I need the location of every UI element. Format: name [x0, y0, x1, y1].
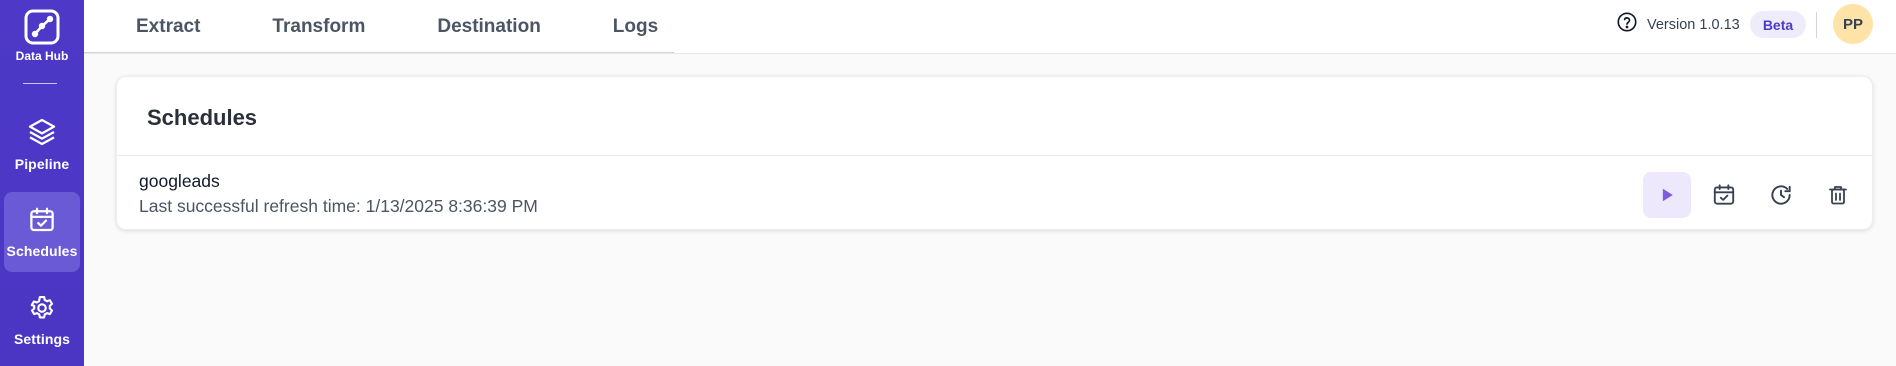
gear-icon: [30, 295, 54, 319]
run-button[interactable]: [1643, 172, 1691, 218]
schedule-button[interactable]: [1700, 172, 1748, 218]
header-divider: [1816, 12, 1817, 38]
help-icon[interactable]: [1616, 11, 1638, 33]
calendar-check-icon: [1713, 184, 1735, 205]
brand-label: Data Hub: [15, 49, 69, 63]
card-title: Schedules: [147, 105, 258, 130]
tab-transform[interactable]: Transform: [272, 0, 365, 54]
delete-button[interactable]: [1814, 172, 1862, 218]
beta-badge: Beta: [1750, 11, 1806, 38]
sidebar-item-pipeline[interactable]: Pipeline: [4, 104, 80, 184]
tab-logs[interactable]: Logs: [613, 0, 658, 54]
tab-list: Extract Transform Destination Logs: [84, 0, 658, 54]
tab-underline: [84, 52, 674, 53]
sidebar: Data Hub Pipeline Schedules Settings: [0, 0, 84, 366]
card-divider: [117, 155, 1872, 156]
sidebar-divider: [23, 83, 57, 84]
avatar[interactable]: PP: [1833, 4, 1873, 44]
sidebar-item-label: Settings: [13, 331, 71, 347]
sidebar-item-label: Schedules: [6, 243, 78, 259]
schedules-card: Schedules googleads Last successful refr…: [116, 76, 1873, 230]
tab-destination[interactable]: Destination: [437, 0, 540, 54]
layers-icon: [28, 118, 56, 146]
sidebar-item-schedules[interactable]: Schedules: [4, 192, 80, 272]
brand[interactable]: Data Hub: [0, 0, 84, 84]
calendar-check-icon: [30, 207, 54, 232]
sidebar-item-label: Pipeline: [14, 156, 70, 172]
trash-icon: [1829, 186, 1847, 205]
history-icon: [1771, 185, 1791, 205]
data-hub-logo-icon: [24, 9, 60, 45]
version-text: Version 1.0.13: [1647, 17, 1740, 33]
schedule-name: googleads: [139, 171, 220, 191]
schedule-status: Last successful refresh time: 1/13/2025 …: [139, 196, 538, 216]
history-button[interactable]: [1757, 172, 1805, 218]
sidebar-item-settings[interactable]: Settings: [4, 280, 80, 360]
play-icon: [1662, 188, 1673, 202]
tab-extract[interactable]: Extract: [136, 0, 200, 54]
